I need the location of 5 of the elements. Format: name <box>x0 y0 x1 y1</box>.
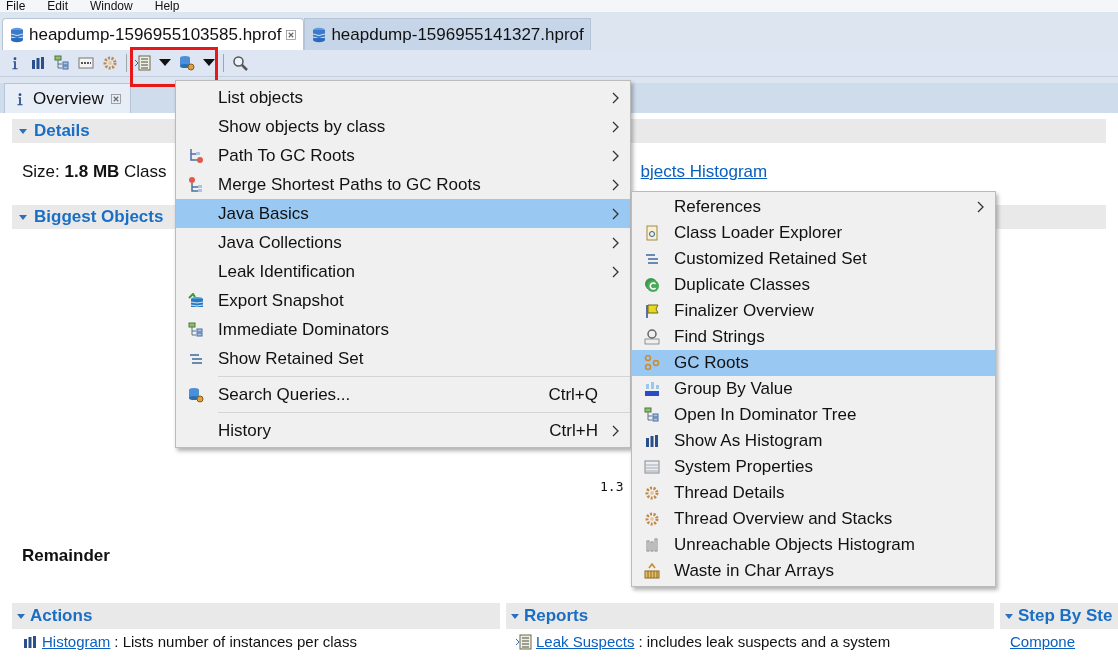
size-text: Size: 1.8 MB Class <box>22 162 167 182</box>
legend-label: Remainder <box>22 546 110 566</box>
chart-label: 1.3 <box>600 479 624 494</box>
description-text: : Lists number of instances per class <box>114 633 357 650</box>
description-text: : includes leak suspects and a system <box>638 633 891 650</box>
